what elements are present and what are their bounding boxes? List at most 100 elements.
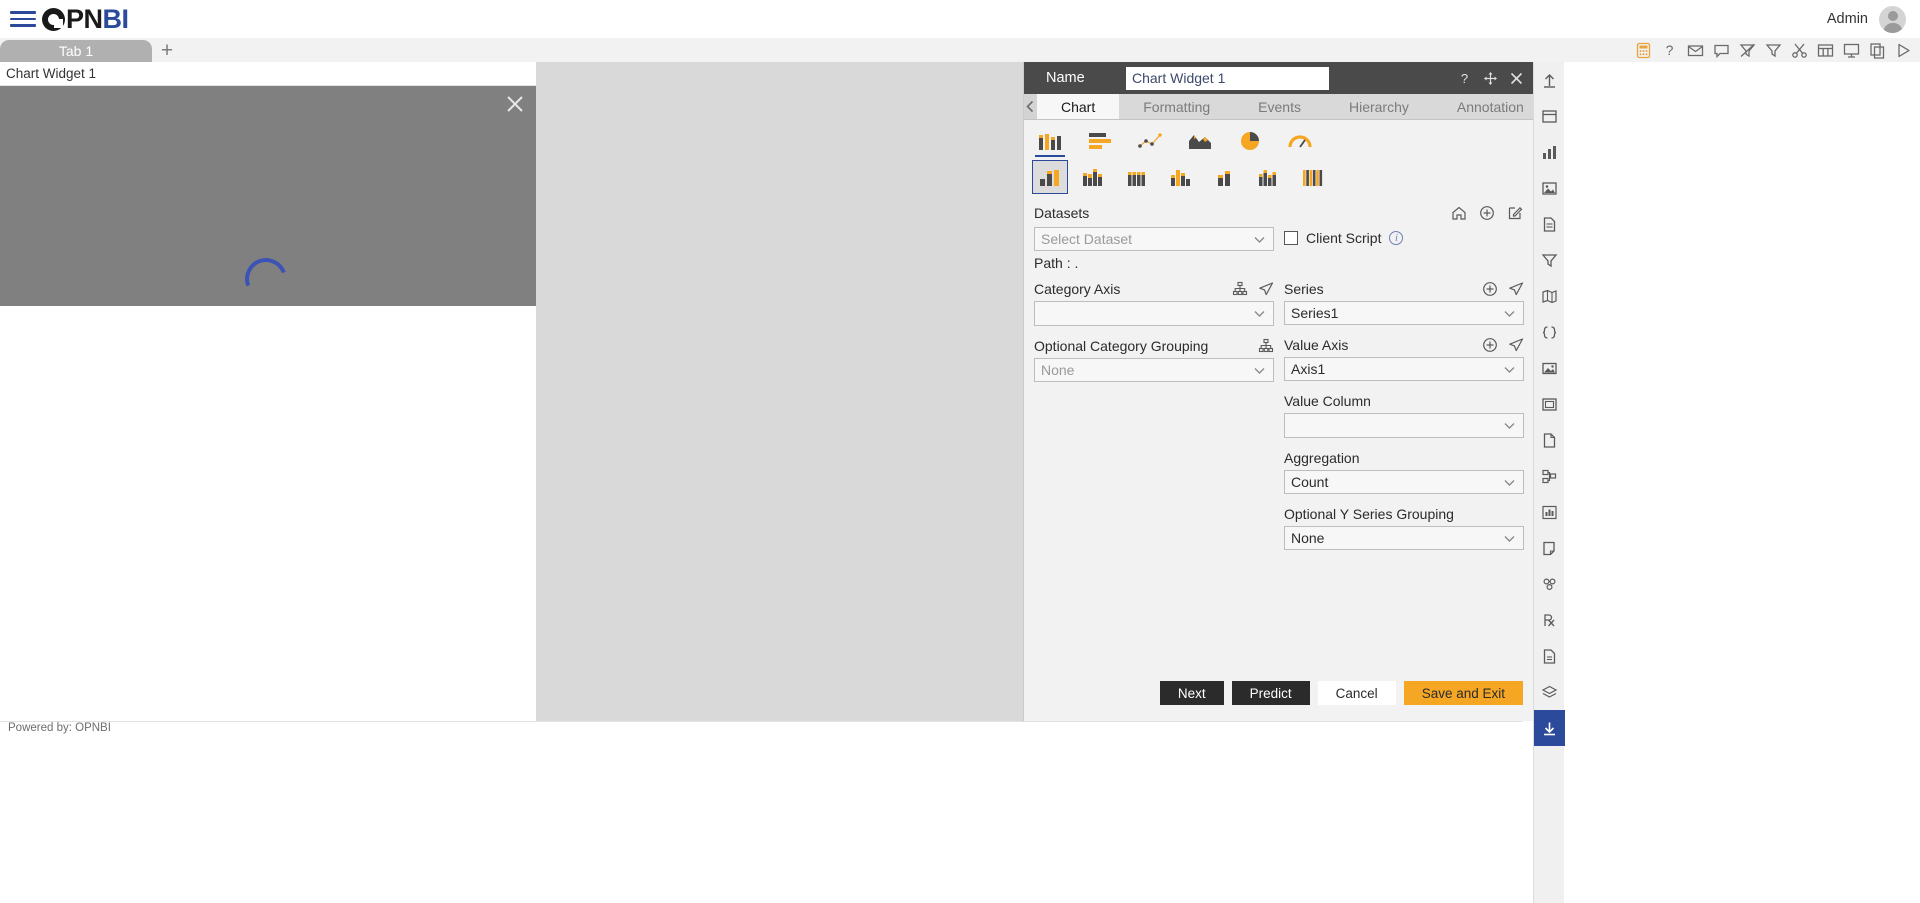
upload-icon[interactable] bbox=[1534, 62, 1565, 98]
stacked-column-100-icon[interactable] bbox=[1120, 160, 1156, 194]
file-icon[interactable] bbox=[1534, 638, 1565, 674]
presentation-icon[interactable] bbox=[1843, 42, 1860, 59]
optional-y-series-grouping-select[interactable]: None bbox=[1284, 526, 1524, 550]
value-axis-select[interactable]: Axis1 bbox=[1284, 357, 1524, 381]
add-tab-button[interactable]: + bbox=[152, 39, 182, 62]
edit-icon[interactable] bbox=[1507, 205, 1523, 221]
comment-icon[interactable] bbox=[1713, 42, 1730, 59]
field-value-axis: Value Axis Axis1 bbox=[1284, 335, 1524, 381]
stacked-column-icon[interactable] bbox=[1076, 160, 1112, 194]
chevron-left-icon[interactable] bbox=[1024, 94, 1037, 119]
area-chart-icon[interactable] bbox=[1182, 126, 1218, 156]
page-icon[interactable] bbox=[1534, 422, 1565, 458]
tab-hierarchy[interactable]: Hierarchy bbox=[1325, 94, 1433, 119]
value-column-label: Value Column bbox=[1284, 393, 1371, 409]
play-icon[interactable] bbox=[1895, 42, 1912, 59]
send-icon[interactable] bbox=[1508, 281, 1524, 297]
image-widget-icon[interactable] bbox=[1534, 170, 1565, 206]
code-icon[interactable] bbox=[1534, 314, 1565, 350]
note-icon[interactable] bbox=[1534, 530, 1565, 566]
series-value: Series1 bbox=[1291, 305, 1339, 321]
overlapped-column-icon[interactable] bbox=[1208, 160, 1244, 194]
document-icon[interactable] bbox=[1534, 206, 1565, 242]
gauge-chart-icon[interactable] bbox=[1282, 126, 1318, 156]
datasets-header-row: Datasets bbox=[1034, 202, 1523, 224]
close-icon[interactable] bbox=[504, 93, 526, 115]
help-icon[interactable]: ? bbox=[1457, 71, 1472, 86]
layout-icon[interactable] bbox=[1534, 98, 1565, 134]
value-axis-label: Value Axis bbox=[1284, 337, 1349, 353]
series-select[interactable]: Series1 bbox=[1284, 301, 1524, 325]
save-and-exit-button[interactable]: Save and Exit bbox=[1403, 681, 1523, 705]
add-circle-icon[interactable] bbox=[1482, 337, 1498, 353]
dataset-select-value: Select Dataset bbox=[1041, 231, 1133, 247]
tab-formatting[interactable]: Formatting bbox=[1119, 94, 1234, 119]
copy-icon[interactable] bbox=[1869, 42, 1886, 59]
table-icon[interactable] bbox=[1817, 42, 1834, 59]
user-avatar-icon[interactable] bbox=[1879, 5, 1906, 33]
value-axis-value: Axis1 bbox=[1291, 361, 1326, 377]
category-axis-select[interactable] bbox=[1034, 301, 1274, 326]
field-optional-category-grouping: Optional Category Grouping None bbox=[1034, 336, 1274, 382]
bar-chart-icon[interactable] bbox=[1082, 126, 1118, 156]
layers-icon[interactable] bbox=[1534, 674, 1565, 710]
clustered-column-icon[interactable] bbox=[1032, 160, 1068, 194]
widget-name-input[interactable] bbox=[1126, 66, 1329, 90]
add-circle-icon[interactable] bbox=[1482, 281, 1498, 297]
chevron-down-icon bbox=[1502, 418, 1517, 433]
send-icon[interactable] bbox=[1508, 337, 1524, 353]
next-button[interactable]: Next bbox=[1159, 681, 1224, 705]
scissors-icon[interactable] bbox=[1791, 42, 1808, 59]
add-circle-icon[interactable] bbox=[1479, 205, 1495, 221]
info-icon[interactable]: i bbox=[1389, 231, 1404, 245]
page-footer: Powered by: OPNBI bbox=[0, 721, 1523, 903]
frame-icon[interactable] bbox=[1534, 386, 1565, 422]
widget-title-bar: Chart Widget 1 bbox=[0, 62, 536, 86]
download-icon[interactable] bbox=[1533, 710, 1565, 746]
chart-bar-icon[interactable] bbox=[1534, 134, 1565, 170]
multi-column-icon[interactable] bbox=[1252, 160, 1288, 194]
picture-icon[interactable] bbox=[1534, 350, 1565, 386]
analytics-icon[interactable] bbox=[1534, 494, 1565, 530]
chevron-down-icon bbox=[1252, 232, 1267, 247]
client-script-checkbox[interactable] bbox=[1284, 231, 1298, 245]
mail-icon[interactable] bbox=[1687, 42, 1704, 59]
tab-annotation[interactable]: Annotation bbox=[1433, 94, 1548, 119]
scatter-chart-icon[interactable] bbox=[1132, 126, 1168, 156]
home-icon[interactable] bbox=[1451, 205, 1467, 221]
optional-category-grouping-select[interactable]: None bbox=[1034, 358, 1274, 382]
aggregation-label: Aggregation bbox=[1284, 450, 1360, 466]
move-icon[interactable] bbox=[1483, 71, 1498, 86]
aggregation-select[interactable]: Count bbox=[1284, 470, 1524, 494]
optional-category-grouping-label: Optional Category Grouping bbox=[1034, 338, 1209, 354]
tab-events[interactable]: Events bbox=[1234, 94, 1325, 119]
column-chart-icon[interactable] bbox=[1032, 126, 1068, 157]
chart-config-form: Category Axis Optional Category Grouping… bbox=[1024, 271, 1533, 681]
dense-column-icon[interactable] bbox=[1296, 160, 1332, 194]
workspace-tab-1[interactable]: Tab 1 bbox=[0, 40, 152, 62]
prescription-icon[interactable] bbox=[1534, 602, 1565, 638]
filter-icon[interactable] bbox=[1765, 42, 1782, 59]
panel-footer-buttons: Next Predict Cancel Save and Exit bbox=[1024, 681, 1533, 721]
calculator-icon[interactable] bbox=[1635, 42, 1652, 59]
close-icon[interactable] bbox=[1509, 71, 1524, 86]
tab-chart[interactable]: Chart bbox=[1037, 94, 1120, 119]
filter-widget-icon[interactable] bbox=[1534, 242, 1565, 278]
hamburger-menu-icon[interactable] bbox=[10, 8, 36, 30]
tree-icon[interactable] bbox=[1534, 458, 1565, 494]
admin-area[interactable]: Admin bbox=[1827, 5, 1906, 33]
grouped-column-icon[interactable] bbox=[1164, 160, 1200, 194]
hierarchy-icon[interactable] bbox=[1232, 281, 1248, 297]
datasets-label: Datasets bbox=[1034, 205, 1090, 221]
pie-chart-icon[interactable] bbox=[1232, 126, 1268, 156]
cancel-button[interactable]: Cancel bbox=[1317, 681, 1396, 705]
hierarchy-icon[interactable] bbox=[1258, 338, 1274, 354]
dataset-select[interactable]: Select Dataset bbox=[1034, 227, 1274, 251]
map-icon[interactable] bbox=[1534, 278, 1565, 314]
group-icon[interactable] bbox=[1534, 566, 1565, 602]
filter-off-icon[interactable] bbox=[1739, 42, 1756, 59]
predict-button[interactable]: Predict bbox=[1231, 681, 1310, 705]
value-column-select[interactable] bbox=[1284, 413, 1524, 438]
help-icon[interactable]: ? bbox=[1661, 42, 1678, 59]
send-icon[interactable] bbox=[1258, 281, 1274, 297]
